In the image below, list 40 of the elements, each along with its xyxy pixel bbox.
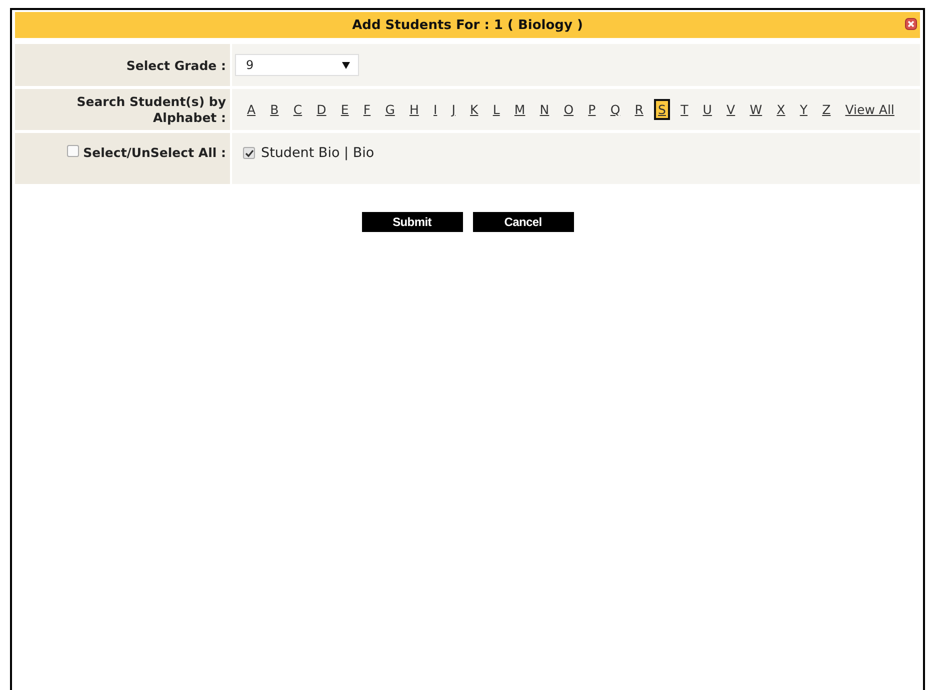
letter-link[interactable]: U: [698, 99, 716, 120]
action-button[interactable]: Cancel: [472, 212, 574, 232]
letter-link[interactable]: Q: [606, 99, 624, 120]
letter-link[interactable]: P: [584, 99, 600, 120]
letter-link[interactable]: T: [676, 99, 692, 120]
letter-link[interactable]: Z: [818, 99, 835, 120]
letter-link[interactable]: Y: [796, 99, 812, 120]
letter-link[interactable]: R: [630, 99, 648, 120]
dialog-title: Add Students For : 1 ( Biology ): [352, 18, 583, 32]
letter-link[interactable]: A: [243, 99, 260, 120]
letter-link[interactable]: K: [466, 99, 482, 120]
letter-link[interactable]: I: [429, 99, 442, 120]
checkbox[interactable]: [67, 145, 80, 157]
letter-link[interactable]: C: [289, 99, 306, 120]
checkbox[interactable]: [243, 147, 255, 159]
letter-link[interactable]: M: [510, 99, 530, 120]
letter-link[interactable]: L: [488, 99, 504, 120]
letter-link[interactable]: F: [359, 99, 375, 120]
letter-link[interactable]: S: [654, 99, 670, 120]
letter-link[interactable]: X: [772, 99, 790, 120]
letter-link[interactable]: G: [381, 99, 399, 120]
select-all-label: Select/UnSelect All :: [83, 145, 226, 160]
grade-dropdown[interactable]: 9: [235, 54, 359, 76]
close-icon: [905, 18, 917, 30]
close-button[interactable]: [905, 18, 917, 30]
letter-link[interactable]: W: [746, 99, 766, 120]
letter-link[interactable]: O: [560, 99, 578, 120]
letter-link[interactable]: D: [312, 99, 330, 120]
alphabet-label: Search Student(s) by Alphabet :: [76, 94, 226, 126]
letter-link[interactable]: N: [536, 99, 554, 120]
grade-label: Select Grade :: [126, 58, 226, 72]
letter-link[interactable]: H: [405, 99, 423, 120]
student-label: Student Bio | Bio: [261, 145, 374, 161]
letter-link[interactable]: E: [336, 99, 353, 120]
caret-icon: [342, 62, 350, 68]
letter-link[interactable]: B: [266, 99, 283, 120]
letter-link[interactable]: V: [722, 99, 740, 120]
action-button[interactable]: Submit: [362, 212, 462, 232]
view-all-link[interactable]: View All: [841, 99, 898, 120]
letter-link[interactable]: J: [448, 99, 460, 120]
